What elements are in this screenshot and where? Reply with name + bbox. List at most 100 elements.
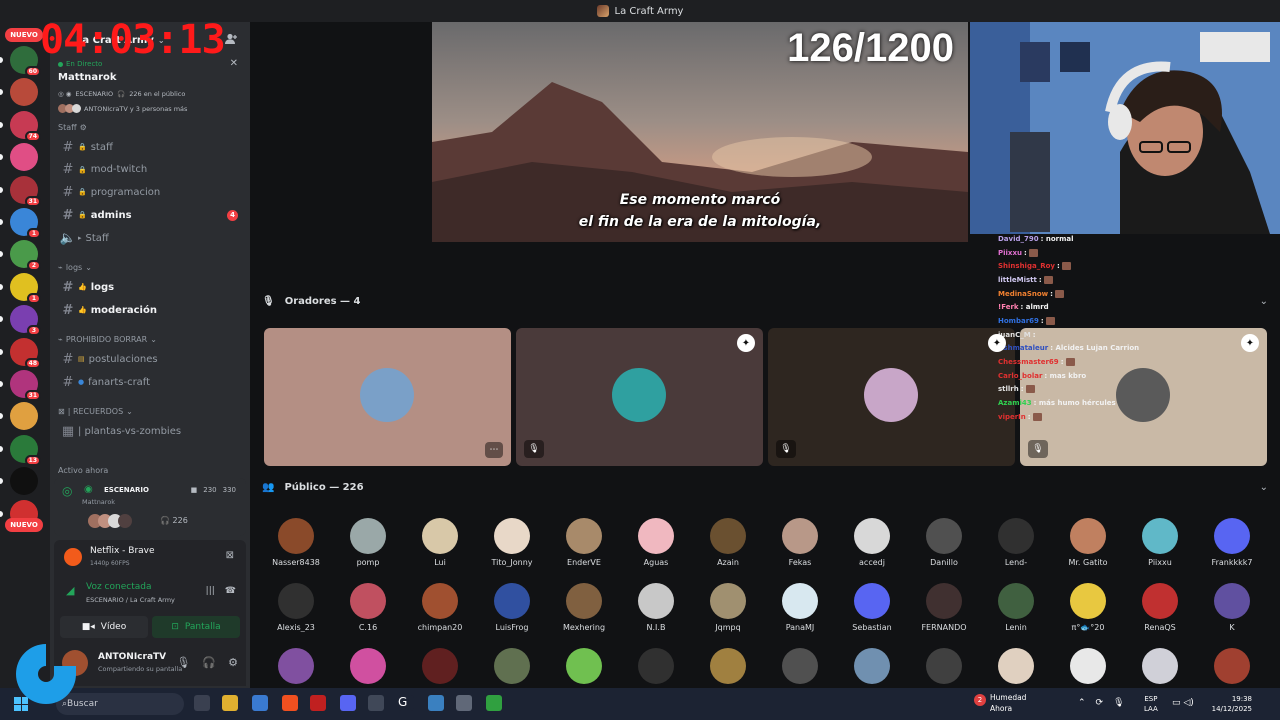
- soundwave-icon[interactable]: |||: [206, 586, 215, 596]
- audience-member[interactable]: RenaQS: [1130, 583, 1190, 632]
- avatar[interactable]: [566, 583, 602, 619]
- avatar[interactable]: [1214, 648, 1250, 684]
- audience-member[interactable]: Jqmpq: [698, 583, 758, 632]
- chevron-down-icon[interactable]: ⌄: [1260, 482, 1268, 493]
- channel-plantas[interactable]: ▦ | plantas-vs-zombies: [58, 421, 246, 441]
- channel-fanarts[interactable]: # ● fanarts-craft: [58, 372, 246, 392]
- avatar[interactable]: [782, 648, 818, 684]
- audience-member[interactable]: pomp: [338, 518, 398, 567]
- audience-member[interactable]: Piixxu: [1130, 518, 1190, 567]
- screen-share-button[interactable]: ⊡ Pantalla: [152, 616, 240, 638]
- active-now-card[interactable]: ◎ ◉ ESCENARIO Mattnarok ■ 230 330 🎧 226: [54, 478, 246, 536]
- category-logs[interactable]: ⌁ logs ⌄: [58, 263, 92, 272]
- audience-member[interactable]: accedj: [842, 518, 902, 567]
- avatar[interactable]: [1070, 583, 1106, 619]
- channel-admins[interactable]: # 🔒 admins 4: [58, 205, 246, 225]
- audience-member[interactable]: Mr. Gatito: [1058, 518, 1118, 567]
- audience-member[interactable]: [1202, 648, 1262, 684]
- avatar[interactable]: [494, 583, 530, 619]
- audience-member[interactable]: FERNANDO: [914, 583, 974, 632]
- avatar[interactable]: [1142, 583, 1178, 619]
- avatar[interactable]: [566, 648, 602, 684]
- avatar[interactable]: [710, 648, 746, 684]
- server-icon[interactable]: [10, 467, 38, 496]
- server-icon[interactable]: 31: [10, 370, 41, 401]
- avatar[interactable]: [494, 518, 530, 554]
- g-hub-icon[interactable]: G: [398, 695, 414, 711]
- notepad-icon[interactable]: [428, 695, 444, 711]
- avatar[interactable]: [1142, 648, 1178, 684]
- audience-member[interactable]: Aguas: [626, 518, 686, 567]
- avatar[interactable]: [854, 583, 890, 619]
- avatar[interactable]: [278, 518, 314, 554]
- add-user-icon[interactable]: [224, 32, 238, 46]
- audience-member[interactable]: [266, 648, 326, 684]
- microphone-icon[interactable]: 🎙: [176, 656, 190, 669]
- netflix-icon[interactable]: [310, 695, 326, 711]
- stage-live-box[interactable]: En Directo Mattnarok ◎ ◉ ESCENARIO 🎧 226…: [54, 58, 246, 128]
- audience-member[interactable]: EnderVE: [554, 518, 614, 567]
- sync-icon[interactable]: ⟳: [1096, 698, 1104, 708]
- server-icon[interactable]: 1: [10, 272, 41, 304]
- avatar[interactable]: [854, 648, 890, 684]
- avatar[interactable]: [998, 648, 1034, 684]
- channel-moderacion[interactable]: # 👍 moderación: [58, 300, 246, 320]
- minecraft-icon[interactable]: [486, 695, 502, 711]
- avatar[interactable]: [710, 583, 746, 619]
- store-icon[interactable]: [252, 695, 268, 711]
- audience-member[interactable]: Frankkkk7: [1202, 518, 1262, 567]
- network-volume-icons[interactable]: ▭ ◁): [1172, 698, 1194, 708]
- audience-member[interactable]: [842, 648, 902, 684]
- avatar[interactable]: [350, 518, 386, 554]
- audience-member[interactable]: [1130, 648, 1190, 684]
- avatar[interactable]: [710, 518, 746, 554]
- video-button[interactable]: ■◂ Vídeo: [60, 616, 148, 638]
- server-icon[interactable]: [10, 143, 38, 172]
- audience-member[interactable]: chimpan20: [410, 583, 470, 632]
- settings-icon[interactable]: [456, 695, 472, 711]
- channel-staff[interactable]: # 🔒 staff: [58, 137, 246, 157]
- activity-panel[interactable]: Netflix - Brave 1440p 60FPS ⊠: [54, 540, 246, 574]
- file-explorer-icon[interactable]: [222, 695, 238, 711]
- avatar[interactable]: [638, 648, 674, 684]
- server-icon[interactable]: 13: [10, 434, 41, 466]
- audience-member[interactable]: Lend-: [986, 518, 1046, 567]
- avatar[interactable]: [278, 648, 314, 684]
- avatar[interactable]: [1070, 518, 1106, 554]
- avatar[interactable]: [998, 518, 1034, 554]
- audience-member[interactable]: Fekas: [770, 518, 830, 567]
- avatar[interactable]: [854, 518, 890, 554]
- avatar[interactable]: [864, 368, 918, 422]
- voice-connected[interactable]: Voz conectada: [86, 582, 151, 592]
- task-view-icon[interactable]: [194, 695, 210, 711]
- audience-member[interactable]: LuisFrog: [482, 583, 542, 632]
- audience-member[interactable]: [986, 648, 1046, 684]
- audience-member[interactable]: [770, 648, 830, 684]
- avatar[interactable]: [998, 583, 1034, 619]
- audience-member[interactable]: Tito_Jonny: [482, 518, 542, 567]
- avatar[interactable]: [278, 583, 314, 619]
- audience-member[interactable]: Sebastian: [842, 583, 902, 632]
- audience-member[interactable]: [338, 648, 398, 684]
- new-pill[interactable]: NUEVO: [5, 518, 43, 532]
- avatar[interactable]: [612, 368, 666, 422]
- audience-member[interactable]: Nasser8438: [266, 518, 326, 567]
- channel-logs[interactable]: # 👍 logs: [58, 277, 246, 297]
- headphones-icon[interactable]: 🎧: [202, 656, 216, 669]
- avatar[interactable]: [422, 518, 458, 554]
- avatar[interactable]: [1214, 583, 1250, 619]
- chevron-up-icon[interactable]: ⌃: [1078, 698, 1086, 708]
- audience-member[interactable]: Lui: [410, 518, 470, 567]
- close-icon[interactable]: ✕: [230, 58, 238, 69]
- server-icon[interactable]: 74: [10, 110, 41, 142]
- avatar[interactable]: [638, 583, 674, 619]
- category-recuerdos[interactable]: ⊠ | RECUERDOS ⌄: [58, 407, 133, 416]
- audience-member[interactable]: Alexis_23: [266, 583, 326, 632]
- audience-member[interactable]: [626, 648, 686, 684]
- gear-icon[interactable]: ⚙: [228, 656, 238, 669]
- brave-icon[interactable]: [282, 695, 298, 711]
- channel-mod-twitch[interactable]: # 🔒 mod-twitch: [58, 160, 246, 180]
- audience-member[interactable]: [914, 648, 974, 684]
- channel-postulaciones[interactable]: # ▤ postulaciones: [58, 349, 246, 369]
- microphone-icon[interactable]: 🎙: [1113, 698, 1124, 708]
